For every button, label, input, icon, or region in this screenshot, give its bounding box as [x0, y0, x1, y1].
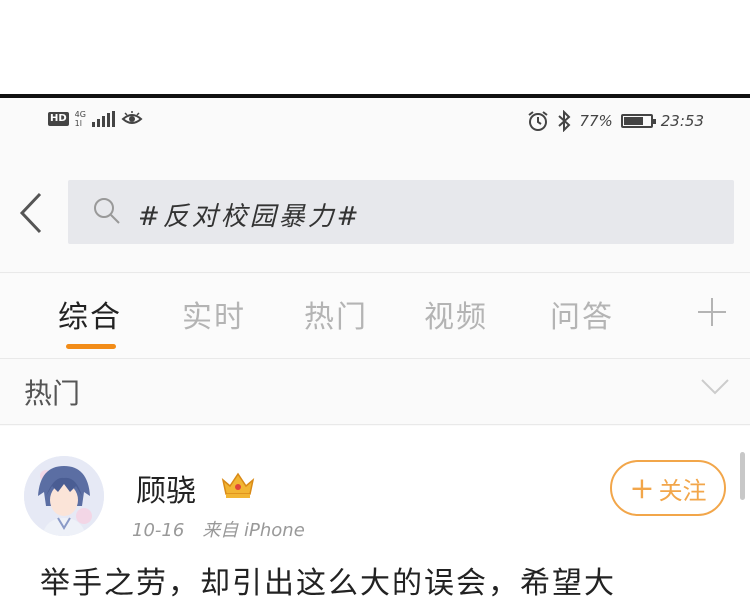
tab-qa[interactable]: 问答: [550, 292, 614, 336]
avatar-image: [24, 456, 104, 536]
tab-realtime[interactable]: 实时: [182, 292, 246, 336]
follow-label: 关注: [658, 476, 707, 505]
search-bar[interactable]: #反对校园暴力#: [68, 180, 734, 244]
tab-video[interactable]: 视频: [424, 292, 488, 336]
network-sub: 1l: [74, 119, 82, 128]
signal-icon: [91, 111, 115, 127]
back-arrow-icon[interactable]: [14, 190, 50, 236]
chevron-down-icon[interactable]: [700, 378, 730, 396]
tab-hot[interactable]: 热门: [304, 292, 368, 336]
follow-button[interactable]: + 关注: [610, 460, 726, 516]
post-text[interactable]: 举手之劳，却引出这么大的误会，希望大: [40, 558, 616, 602]
post-meta: 10-16 来自 iPhone: [132, 516, 305, 542]
post-card: 顾骁 10-16 来自 iPhone + 关注 举手之劳，却引出这么大的误会，希望…: [0, 426, 750, 601]
eye-icon: [121, 111, 143, 124]
divider: [0, 424, 750, 425]
battery-icon: [620, 114, 656, 128]
avatar[interactable]: [24, 456, 104, 536]
filter-label: 热门: [24, 377, 81, 410]
phone-screen: HD 4G 1l 77% 23:53 #反对校园暴力# 综合 实时 热门 视频 …: [0, 98, 750, 601]
status-left: HD 4G 1l: [48, 110, 143, 128]
post-source: 来自 iPhone: [202, 520, 305, 541]
clock: 23:53: [660, 112, 704, 130]
post-date: 10-16: [132, 520, 185, 541]
hd-badge: HD: [48, 112, 69, 126]
network-indicator: 4G 1l: [75, 110, 86, 128]
add-tab-icon[interactable]: [698, 298, 726, 326]
battery-percent: 77%: [579, 112, 613, 130]
divider: [0, 272, 750, 273]
crown-icon: [221, 472, 255, 498]
search-icon: [94, 198, 120, 224]
tab-bar: 综合 实时 热门 视频 问答: [0, 274, 750, 358]
active-tab-indicator: [66, 344, 116, 349]
alarm-icon: [528, 111, 549, 131]
bluetooth-icon: [558, 110, 571, 132]
search-query[interactable]: #反对校园暴力#: [138, 196, 362, 233]
plus-icon: +: [629, 470, 655, 506]
blank-top-area: [0, 0, 750, 96]
divider: [0, 358, 750, 359]
filter-row[interactable]: 热门: [0, 360, 750, 424]
scrollbar[interactable]: [740, 452, 745, 500]
username[interactable]: 顾骁: [136, 466, 196, 510]
tab-comprehensive[interactable]: 综合: [58, 292, 122, 336]
network-type: 4G: [74, 110, 86, 119]
status-bar: HD 4G 1l 77% 23:53: [0, 98, 750, 146]
status-right: 77% 23:53: [527, 110, 704, 132]
